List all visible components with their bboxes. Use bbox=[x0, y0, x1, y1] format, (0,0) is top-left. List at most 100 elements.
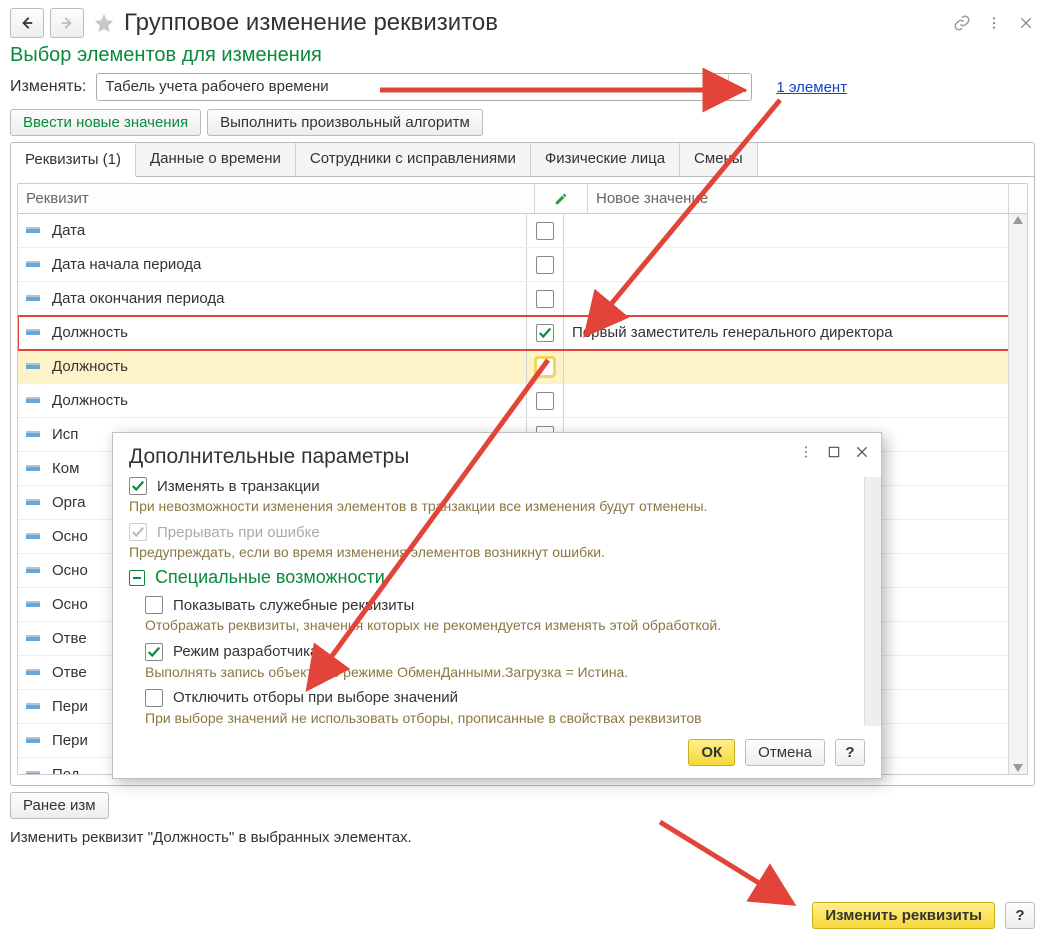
dialog-scrollbar[interactable] bbox=[864, 477, 881, 726]
additional-params-dialog: Дополнительные параметры Изменять в тран… bbox=[112, 432, 882, 779]
table-row[interactable]: Должность Первый заместитель генерального… bbox=[18, 316, 1027, 350]
link-icon[interactable] bbox=[953, 14, 971, 32]
cb-stop-on-error[interactable] bbox=[129, 523, 147, 541]
requisite-label: Под bbox=[52, 766, 80, 774]
row-checkbox[interactable] bbox=[536, 290, 554, 308]
table-row[interactable]: Дата окончания периода bbox=[18, 282, 1027, 316]
run-algorithm-button[interactable]: Выполнить произвольный алгоритм bbox=[207, 109, 483, 136]
toggle-special[interactable] bbox=[129, 570, 145, 586]
cb-transaction[interactable] bbox=[129, 477, 147, 495]
dialog-section: Специальные возможности bbox=[129, 567, 865, 588]
note-dev-mode: Выполнять запись объектов в режиме Обмен… bbox=[145, 663, 865, 681]
row-checkbox[interactable] bbox=[536, 358, 554, 376]
note-stop-on-error: Предупреждать, если во время изменения э… bbox=[129, 543, 865, 561]
requisite-label: Осно bbox=[52, 562, 88, 579]
requisite-icon bbox=[26, 465, 42, 473]
cb-dev-mode-label: Режим разработчика bbox=[173, 643, 318, 660]
requisite-icon bbox=[26, 499, 42, 507]
enter-new-values-button[interactable]: Ввести новые значения bbox=[10, 109, 201, 136]
requisite-icon bbox=[26, 261, 42, 269]
forward-button[interactable] bbox=[50, 8, 84, 38]
requisite-icon bbox=[26, 669, 42, 677]
summary-text: Изменить реквизит "Должность" в выбранны… bbox=[10, 829, 1035, 846]
requisite-icon bbox=[26, 227, 42, 235]
note-show-service: Отображать реквизиты, значения которых н… bbox=[145, 616, 865, 634]
tab-employees-fixed[interactable]: Сотрудники с исправлениями bbox=[296, 143, 531, 176]
row-value bbox=[564, 384, 1008, 417]
table-scrollbar[interactable] bbox=[1008, 214, 1027, 774]
dialog-kebab-icon[interactable] bbox=[797, 443, 815, 461]
requisite-label: Пери bbox=[52, 698, 88, 715]
dialog-maximize-icon[interactable] bbox=[825, 443, 843, 461]
dialog-title: Дополнительные параметры bbox=[129, 445, 865, 469]
row-checkbox[interactable] bbox=[536, 324, 554, 342]
section-title: Выбор элементов для изменения bbox=[10, 44, 1035, 67]
requisite-icon bbox=[26, 533, 42, 541]
row-checkbox[interactable] bbox=[536, 256, 554, 274]
col-new-value: Новое значение bbox=[588, 184, 1008, 213]
table-row[interactable]: Дата начала периода bbox=[18, 248, 1027, 282]
col-requisite: Реквизит bbox=[18, 184, 535, 213]
cb-show-service[interactable] bbox=[145, 596, 163, 614]
tab-requisites[interactable]: Реквизиты (1) bbox=[11, 144, 136, 177]
elements-count-link[interactable]: 1 элемент bbox=[776, 79, 847, 96]
requisite-icon bbox=[26, 329, 42, 337]
note-disable-filters: При выборе значений не использовать отбо… bbox=[145, 709, 865, 727]
cb-stop-on-error-label: Прерывать при ошибке bbox=[157, 524, 320, 541]
requisite-icon bbox=[26, 601, 42, 609]
requisite-label: Осно bbox=[52, 596, 88, 613]
table-row[interactable]: Дата bbox=[18, 214, 1027, 248]
requisite-label: Пери bbox=[52, 732, 88, 749]
row-value bbox=[564, 214, 1008, 247]
requisite-label: Осно bbox=[52, 528, 88, 545]
requisite-icon bbox=[26, 363, 42, 371]
page-title: Групповое изменение реквизитов bbox=[124, 9, 498, 37]
table-row[interactable]: Должность bbox=[18, 350, 1027, 384]
favorite-icon[interactable] bbox=[90, 9, 118, 37]
row-checkbox[interactable] bbox=[536, 392, 554, 410]
dialog-ok-button[interactable]: ОК bbox=[688, 739, 735, 766]
table-row[interactable]: Должность bbox=[18, 384, 1027, 418]
cb-dev-mode[interactable] bbox=[145, 643, 163, 661]
row-value bbox=[564, 350, 1008, 383]
change-label: Изменять: bbox=[10, 78, 86, 96]
tab-shifts[interactable]: Смены bbox=[680, 143, 758, 176]
cb-disable-filters-label: Отключить отборы при выборе значений bbox=[173, 689, 458, 706]
row-value bbox=[564, 248, 1008, 281]
dialog-close-icon[interactable] bbox=[853, 443, 871, 461]
change-combo-dropdown[interactable]: … bbox=[728, 74, 751, 100]
requisite-icon bbox=[26, 703, 42, 711]
cb-transaction-label: Изменять в транзакции bbox=[157, 478, 320, 495]
requisite-label: Должность bbox=[52, 324, 128, 341]
requisite-label: Орга bbox=[52, 494, 86, 511]
requisite-label: Отве bbox=[52, 630, 87, 647]
tab-individuals[interactable]: Физические лица bbox=[531, 143, 680, 176]
dialog-cancel-button[interactable]: Отмена bbox=[745, 739, 825, 766]
requisite-icon bbox=[26, 771, 42, 775]
previously-changed-button[interactable]: Ранее изм bbox=[10, 792, 109, 819]
dialog-help-button[interactable]: ? bbox=[835, 739, 865, 766]
requisite-label: Должность bbox=[52, 358, 128, 375]
row-checkbox[interactable] bbox=[536, 222, 554, 240]
requisite-icon bbox=[26, 635, 42, 643]
cb-disable-filters[interactable] bbox=[145, 689, 163, 707]
back-button[interactable] bbox=[10, 8, 44, 38]
kebab-icon[interactable] bbox=[985, 14, 1003, 32]
requisite-label: Дата окончания периода bbox=[52, 290, 225, 307]
requisite-label: Дата bbox=[52, 222, 85, 239]
requisite-label: Дата начала периода bbox=[52, 256, 201, 273]
requisite-icon bbox=[26, 431, 42, 439]
close-icon[interactable] bbox=[1017, 14, 1035, 32]
requisite-label: Должность bbox=[52, 392, 128, 409]
requisite-icon bbox=[26, 737, 42, 745]
requisite-label: Ком bbox=[52, 460, 79, 477]
help-button[interactable]: ? bbox=[1005, 902, 1035, 929]
change-combo[interactable]: Табель учета рабочего времени … bbox=[96, 73, 752, 101]
tab-time-data[interactable]: Данные о времени bbox=[136, 143, 296, 176]
requisite-icon bbox=[26, 397, 42, 405]
apply-changes-button[interactable]: Изменить реквизиты bbox=[812, 902, 995, 929]
row-value: Первый заместитель генерального директор… bbox=[564, 316, 1008, 349]
row-value bbox=[564, 282, 1008, 315]
note-transaction: При невозможности изменения элементов в … bbox=[129, 497, 865, 515]
requisite-icon bbox=[26, 567, 42, 575]
